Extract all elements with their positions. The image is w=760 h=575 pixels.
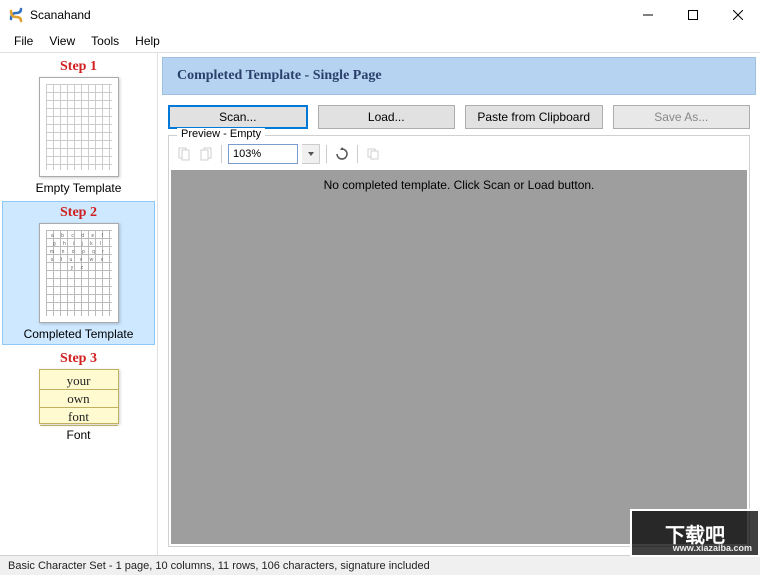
preview-empty-message: No completed template. Click Scan or Loa…: [171, 178, 747, 192]
content-area: Step 1 Empty Template Step 2 Completed T…: [0, 52, 760, 555]
menubar: File View Tools Help: [0, 30, 760, 52]
prev-page-icon: [175, 145, 193, 163]
step-title: Step 1: [5, 59, 152, 75]
watermark: 下载吧 www.xiazaiba.com: [630, 509, 760, 557]
template-thumbnail-completed: [39, 223, 119, 323]
menu-file[interactable]: File: [6, 32, 41, 50]
step-title: Step 3: [5, 351, 152, 367]
step-label: Empty Template: [5, 181, 152, 195]
toolbar-separator: [221, 145, 222, 163]
sidebar-step-1[interactable]: Step 1 Empty Template: [2, 55, 155, 199]
next-page-icon: [197, 145, 215, 163]
font-thumbnail: your own font: [39, 369, 119, 424]
page-title: Completed Template - Single Page: [177, 68, 741, 84]
preview-toolbar: [169, 136, 749, 168]
main-panel: Completed Template - Single Page Scan...…: [158, 53, 760, 555]
load-button[interactable]: Load...: [318, 105, 456, 129]
toolbar-separator: [326, 145, 327, 163]
zoom-input[interactable]: [228, 144, 298, 164]
sidebar: Step 1 Empty Template Step 2 Completed T…: [0, 53, 158, 555]
paste-clipboard-button[interactable]: Paste from Clipboard: [465, 105, 603, 129]
statusbar: Basic Character Set - 1 page, 10 columns…: [0, 555, 760, 575]
menu-tools[interactable]: Tools: [83, 32, 127, 50]
app-icon: [8, 7, 24, 23]
preview-area: No completed template. Click Scan or Loa…: [171, 170, 747, 544]
rotate-icon[interactable]: [333, 145, 351, 163]
menu-view[interactable]: View: [41, 32, 83, 50]
save-as-button: Save As...: [613, 105, 751, 129]
main-header: Completed Template - Single Page: [162, 57, 756, 95]
scan-button[interactable]: Scan...: [168, 105, 308, 129]
step-title: Step 2: [5, 205, 152, 221]
zoom-dropdown[interactable]: [302, 144, 320, 164]
minimize-button[interactable]: [625, 1, 670, 29]
toolbar-separator: [357, 145, 358, 163]
font-preview-line: own: [40, 390, 118, 408]
titlebar: Scanahand: [0, 0, 760, 30]
maximize-button[interactable]: [670, 1, 715, 29]
sidebar-step-2[interactable]: Step 2 Completed Template: [2, 201, 155, 345]
preview-legend: Preview - Empty: [177, 128, 265, 140]
window-title: Scanahand: [30, 8, 625, 22]
copy-icon: [364, 145, 382, 163]
step-label: Completed Template: [5, 327, 152, 341]
preview-group: Preview - Empty: [168, 135, 750, 547]
close-button[interactable]: [715, 1, 760, 29]
font-preview-line: font: [40, 408, 118, 426]
window-controls: [625, 1, 760, 29]
status-text: Basic Character Set - 1 page, 10 columns…: [8, 560, 430, 572]
sidebar-step-3[interactable]: Step 3 your own font Font: [2, 347, 155, 446]
step-label: Font: [5, 428, 152, 442]
watermark-url: www.xiazaiba.com: [673, 543, 752, 553]
template-thumbnail-empty: [39, 77, 119, 177]
font-preview-line: your: [40, 372, 118, 390]
menu-help[interactable]: Help: [127, 32, 168, 50]
